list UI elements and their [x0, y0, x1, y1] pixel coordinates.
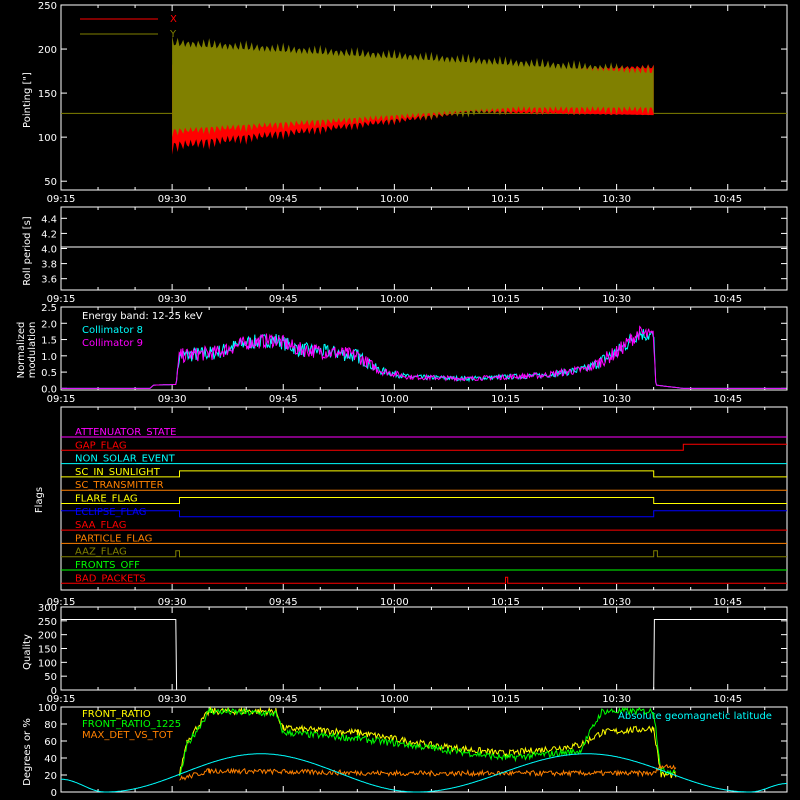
flag-label-particle-flag: PARTICLE_FLAG	[75, 533, 152, 544]
quality-x-tick-label: 10:45	[713, 694, 742, 705]
roll-y-tick-label: 3.8	[41, 260, 57, 271]
quality-y-tick-label: 100	[38, 658, 57, 669]
pointing-y-tick-label: 100	[38, 133, 57, 144]
flag-label-aaz-flag: AAZ_FLAG	[75, 547, 127, 558]
flags-x-tick-label: 09:45	[269, 597, 298, 608]
pointing-ylabel: Pointing ["]	[22, 72, 33, 128]
flags-ylabel: Flags	[34, 487, 45, 513]
quality-y-tick-label: 0	[51, 686, 57, 697]
flags-x-tick-label: 10:15	[491, 597, 520, 608]
modulation-x-tick-label: 10:45	[713, 394, 742, 405]
roll-x-tick-label: 10:30	[602, 294, 631, 305]
modulation-y-tick-label: 1.0	[41, 352, 57, 363]
legend-max-det-vs-tot: MAX_DET_VS_TOT	[82, 730, 174, 741]
quality-x-tick-label: 10:30	[602, 694, 631, 705]
flags-x-tick-label: 10:45	[713, 597, 742, 608]
roll-y-tick-label: 4.0	[41, 245, 57, 256]
modulation-x-tick-label: 09:30	[158, 394, 187, 405]
pointing-x-tick-label: 09:45	[269, 194, 298, 205]
roll-y-tick-label: 4.2	[41, 229, 57, 240]
roll-y-tick-label: 3.6	[41, 275, 57, 286]
flag-label-sc-transmitter: SC_TRANSMITTER	[75, 480, 164, 491]
quality-y-tick-label: 50	[44, 672, 57, 683]
flag-label-sc-in-sunlight: SC_IN_SUNLIGHT	[75, 467, 161, 478]
roll-ylabel: Roll period [s]	[22, 216, 33, 285]
pointing-x-tick-label: 10:45	[713, 194, 742, 205]
roll-x-tick-label: 09:45	[269, 294, 298, 305]
legend-collimator-8: Collimator 8	[82, 325, 143, 336]
ratios-y-tick-label: 0	[51, 788, 57, 799]
pointing-x-tick-label: 09:15	[47, 194, 76, 205]
quality-ylabel: Quality	[22, 634, 33, 670]
modulation-y-tick-label: 2.5	[41, 303, 57, 314]
pointing-x-tick-label: 10:15	[491, 194, 520, 205]
modulation-ylabel-line2: modulation	[27, 322, 38, 379]
ratios-ylabel: Degrees or %	[22, 718, 33, 786]
flag-label-attenuator-state: ATTENUATOR_STATE	[75, 427, 176, 438]
ratios-y-tick-label: 20	[44, 771, 57, 782]
legend-front-ratio-1225: FRONT_RATIO_1225	[82, 719, 181, 730]
modulation-y-tick-label: 0.5	[41, 368, 57, 379]
roll-x-tick-label: 09:30	[158, 294, 187, 305]
modulation-x-tick-label: 10:30	[602, 394, 631, 405]
pointing-x-tick-label: 09:30	[158, 194, 187, 205]
quality-y-tick-label: 300	[38, 603, 57, 614]
ratios-y-tick-label: 40	[44, 754, 57, 765]
pointing-x-tick-label: 10:30	[602, 194, 631, 205]
modulation-x-tick-label: 10:00	[380, 394, 409, 405]
quality-x-tick-label: 09:45	[269, 694, 298, 705]
quality-x-tick-label: 10:00	[380, 694, 409, 705]
flag-label-fronts-off: FRONTS_OFF	[75, 560, 140, 571]
modulation-x-tick-label: 10:15	[491, 394, 520, 405]
legend-x-label: X	[170, 14, 177, 25]
quality-x-tick-label: 09:30	[158, 694, 187, 705]
stix-qlook-figure: 09:15 09:30 09:45 10:00 10:15 10:30 10:45 09:15…	[0, 0, 800, 800]
legend-geomagnetic-latitude: Absolute geomagnetic latitude	[618, 711, 772, 722]
ratios-y-tick-label: 60	[44, 737, 57, 748]
legend-collimator-9: Collimator 9	[82, 338, 143, 349]
quality-y-tick-label: 200	[38, 631, 57, 642]
modulation-y-tick-label: 0.0	[41, 384, 57, 395]
flags-x-tick-label: 10:30	[602, 597, 631, 608]
flags-x-tick-label: 10:00	[380, 597, 409, 608]
flag-label-saa-flag: SAA_FLAG	[75, 520, 126, 531]
legend-y-label: Y	[169, 29, 177, 40]
energy-band-annotation: Energy band: 12-25 keV	[82, 311, 203, 322]
roll-x-tick-label: 10:00	[380, 294, 409, 305]
quality-y-tick-label: 150	[38, 645, 57, 656]
modulation-x-tick-label: 09:15	[47, 394, 76, 405]
pointing-x-tick-label: 10:00	[380, 194, 409, 205]
modulation-ylabel-line1: Normalized	[16, 322, 27, 379]
pointing-y-tick-label: 250	[38, 1, 57, 12]
roll-x-tick-label: 10:15	[491, 294, 520, 305]
flags-x-tick-label: 09:30	[158, 597, 187, 608]
flag-label-gap-flag: GAP_FLAG	[75, 440, 127, 451]
roll-y-tick-label: 4.4	[41, 214, 57, 225]
pointing-y-tick-label: 150	[38, 89, 57, 100]
modulation-y-tick-label: 1.5	[41, 336, 57, 347]
ratios-y-tick-label: 80	[44, 720, 57, 731]
flag-label-non-solar-event: NON_SOLAR_EVENT	[75, 454, 176, 465]
pointing-y-tick-label: 200	[38, 45, 57, 56]
roll-x-tick-label: 10:45	[713, 294, 742, 305]
quality-y-tick-label: 250	[38, 617, 57, 628]
flag-label-bad-packets: BAD_PACKETS	[75, 573, 146, 584]
flag-label-flare-flag: FLARE_FLAG	[75, 494, 138, 505]
modulation-x-tick-label: 09:45	[269, 394, 298, 405]
ratios-y-tick-label: 100	[38, 703, 57, 714]
modulation-y-tick-label: 2.0	[41, 319, 57, 330]
pointing-y-tick-label: 50	[44, 177, 57, 188]
flag-label-eclipse-flag: ECLIPSE_FLAG	[75, 507, 146, 518]
quality-x-tick-label: 10:15	[491, 694, 520, 705]
